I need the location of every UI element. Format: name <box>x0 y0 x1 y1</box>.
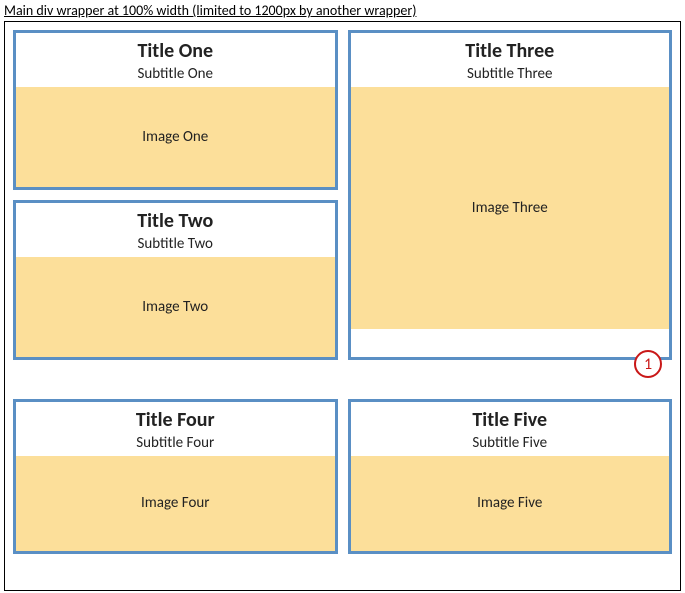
card-five-subtitle: Subtitle Five <box>351 434 670 452</box>
card-two-image: Image Two <box>16 257 335 357</box>
card-five-header: Title Five Subtitle Five <box>351 402 670 456</box>
layout-grid: Title One Subtitle One Image One Title T… <box>13 30 672 582</box>
card-two: Title Two Subtitle Two Image Two <box>13 200 338 360</box>
main-wrapper: Title One Subtitle One Image One Title T… <box>4 21 681 591</box>
card-one-header: Title One Subtitle One <box>16 33 335 87</box>
card-four-title: Title Four <box>16 408 335 432</box>
card-three-image: Image Three <box>351 87 670 329</box>
card-five-image: Image Five <box>351 456 670 551</box>
card-four: Title Four Subtitle Four Image Four <box>13 399 338 554</box>
card-four-image: Image Four <box>16 456 335 551</box>
card-one: Title One Subtitle One Image One <box>13 30 338 190</box>
card-three: Title Three Subtitle Three Image Three <box>348 30 673 360</box>
card-one-title: Title One <box>16 39 335 63</box>
card-two-subtitle: Subtitle Two <box>16 235 335 253</box>
wrapper-caption: Main div wrapper at 100% width (limited … <box>0 0 685 21</box>
left-column-top: Title One Subtitle One Image One Title T… <box>13 30 338 389</box>
annotation-marker-1: 1 <box>634 350 662 378</box>
card-two-header: Title Two Subtitle Two <box>16 203 335 257</box>
card-three-title: Title Three <box>351 39 670 63</box>
card-five: Title Five Subtitle Five Image Five <box>348 399 673 554</box>
card-three-subtitle: Subtitle Three <box>351 65 670 83</box>
card-two-title: Title Two <box>16 209 335 233</box>
card-five-title: Title Five <box>351 408 670 432</box>
card-four-header: Title Four Subtitle Four <box>16 402 335 456</box>
card-one-subtitle: Subtitle One <box>16 65 335 83</box>
card-one-image: Image One <box>16 87 335 187</box>
card-three-header: Title Three Subtitle Three <box>351 33 670 87</box>
card-four-subtitle: Subtitle Four <box>16 434 335 452</box>
